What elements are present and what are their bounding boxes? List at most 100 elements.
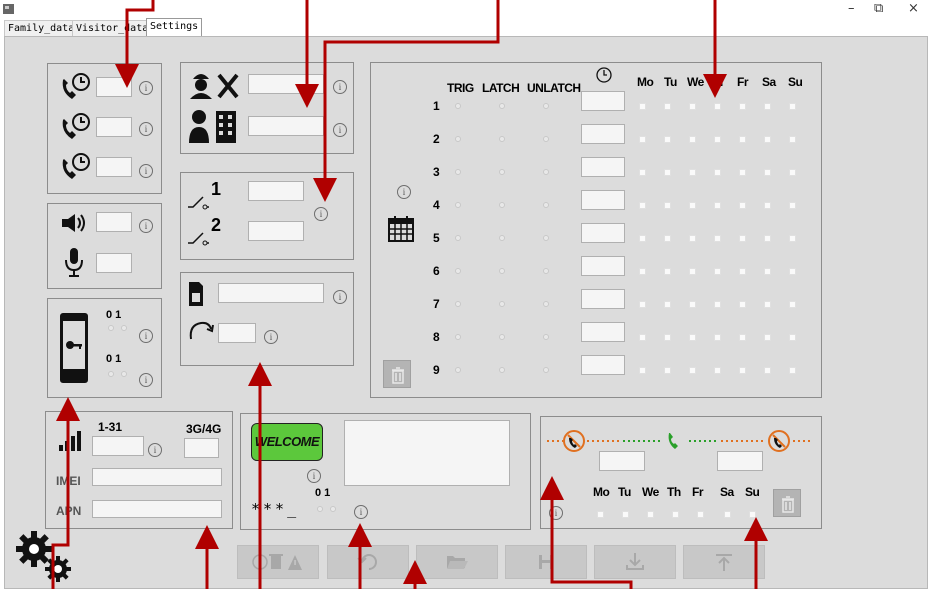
schedule-day-checkbox-th[interactable] xyxy=(714,235,721,242)
schedule-day-checkbox-th[interactable] xyxy=(714,103,721,110)
settings-gear-icon[interactable] xyxy=(12,527,76,585)
delete-timeband-button[interactable] xyxy=(773,489,801,517)
sim-pin-field[interactable] xyxy=(218,283,324,303)
timeband-day-checkbox-fr[interactable] xyxy=(697,511,704,518)
timeband-day-checkbox-tu[interactable] xyxy=(622,511,629,518)
resident-code-field[interactable] xyxy=(248,116,324,136)
tab-visitor-data[interactable]: Visitor_data xyxy=(72,20,153,36)
schedule-day-checkbox-we[interactable] xyxy=(689,202,696,209)
upload-button[interactable] xyxy=(683,545,765,579)
schedule-latch-radio[interactable] xyxy=(499,301,505,307)
timeband-start-field[interactable] xyxy=(599,451,645,471)
schedule-time-field[interactable] xyxy=(581,124,625,144)
schedule-day-checkbox-mo[interactable] xyxy=(639,268,646,275)
schedule-day-checkbox-th[interactable] xyxy=(714,169,721,176)
phone-number-3-field[interactable] xyxy=(96,157,132,177)
schedule-day-checkbox-fr[interactable] xyxy=(739,367,746,374)
schedule-trig-radio[interactable] xyxy=(455,301,461,307)
info-icon[interactable]: i xyxy=(314,207,328,221)
keypad-toggle-1-radio-1[interactable] xyxy=(121,325,127,331)
schedule-day-checkbox-sa[interactable] xyxy=(764,169,771,176)
schedule-day-checkbox-fr[interactable] xyxy=(739,268,746,275)
redial-count-field[interactable] xyxy=(218,323,256,343)
schedule-day-checkbox-we[interactable] xyxy=(689,136,696,143)
info-icon[interactable]: i xyxy=(333,80,347,94)
schedule-day-checkbox-th[interactable] xyxy=(714,202,721,209)
schedule-time-field[interactable] xyxy=(581,223,625,243)
schedule-day-checkbox-tu[interactable] xyxy=(664,268,671,275)
schedule-day-checkbox-su[interactable] xyxy=(789,235,796,242)
schedule-time-field[interactable] xyxy=(581,157,625,177)
restore-button[interactable]: ⧉ xyxy=(874,1,883,16)
info-icon[interactable]: i xyxy=(333,123,347,137)
schedule-day-checkbox-mo[interactable] xyxy=(639,367,646,374)
timeband-day-checkbox-we[interactable] xyxy=(647,511,654,518)
schedule-day-checkbox-fr[interactable] xyxy=(739,169,746,176)
schedule-day-checkbox-fr[interactable] xyxy=(739,136,746,143)
schedule-trig-radio[interactable] xyxy=(455,334,461,340)
schedule-day-checkbox-tu[interactable] xyxy=(664,235,671,242)
tab-family-data[interactable]: Family_data xyxy=(4,20,79,36)
info-icon[interactable]: i xyxy=(354,505,368,519)
schedule-day-checkbox-fr[interactable] xyxy=(739,334,746,341)
welcome-logo[interactable]: WELCOME xyxy=(251,423,323,461)
save-button[interactable] xyxy=(505,545,587,579)
schedule-latch-radio[interactable] xyxy=(499,169,505,175)
schedule-day-checkbox-su[interactable] xyxy=(789,367,796,374)
keypad-toggle-1-radio-0[interactable] xyxy=(108,325,114,331)
phone-number-1-field[interactable] xyxy=(96,77,132,97)
info-icon[interactable]: i xyxy=(148,443,162,457)
schedule-latch-radio[interactable] xyxy=(499,136,505,142)
schedule-day-checkbox-su[interactable] xyxy=(789,169,796,176)
schedule-unlatch-radio[interactable] xyxy=(543,334,549,340)
timeband-day-checkbox-sa[interactable] xyxy=(724,511,731,518)
schedule-day-checkbox-sa[interactable] xyxy=(764,136,771,143)
keypad-toggle-2-radio-1[interactable] xyxy=(121,371,127,377)
schedule-day-checkbox-fr[interactable] xyxy=(739,103,746,110)
schedule-day-checkbox-tu[interactable] xyxy=(664,367,671,374)
schedule-day-checkbox-th[interactable] xyxy=(714,268,721,275)
tab-settings[interactable]: Settings xyxy=(146,18,203,36)
schedule-day-checkbox-we[interactable] xyxy=(689,268,696,275)
schedule-day-checkbox-mo[interactable] xyxy=(639,334,646,341)
schedule-day-checkbox-su[interactable] xyxy=(789,136,796,143)
info-icon[interactable]: i xyxy=(139,164,153,178)
timeband-end-field[interactable] xyxy=(717,451,763,471)
schedule-time-field[interactable] xyxy=(581,355,625,375)
schedule-unlatch-radio[interactable] xyxy=(543,169,549,175)
info-icon[interactable]: i xyxy=(139,122,153,136)
schedule-trig-radio[interactable] xyxy=(455,202,461,208)
network-mode-field[interactable] xyxy=(184,438,219,458)
timeband-day-checkbox-mo[interactable] xyxy=(597,511,604,518)
schedule-time-field[interactable] xyxy=(581,322,625,342)
schedule-day-checkbox-sa[interactable] xyxy=(764,334,771,341)
apn-field[interactable] xyxy=(92,500,222,518)
info-icon[interactable]: i xyxy=(397,185,411,199)
schedule-time-field[interactable] xyxy=(581,256,625,276)
schedule-unlatch-radio[interactable] xyxy=(543,301,549,307)
minimize-button[interactable]: – xyxy=(848,1,855,16)
open-file-button[interactable] xyxy=(416,545,498,579)
schedule-day-checkbox-sa[interactable] xyxy=(764,301,771,308)
relay-2-time-field[interactable] xyxy=(248,221,304,241)
schedule-day-checkbox-mo[interactable] xyxy=(639,202,646,209)
schedule-latch-radio[interactable] xyxy=(499,235,505,241)
schedule-day-checkbox-sa[interactable] xyxy=(764,268,771,275)
schedule-unlatch-radio[interactable] xyxy=(543,103,549,109)
info-icon[interactable]: i xyxy=(139,81,153,95)
signal-range-field[interactable] xyxy=(92,436,144,456)
schedule-day-checkbox-we[interactable] xyxy=(689,235,696,242)
schedule-day-checkbox-tu[interactable] xyxy=(664,301,671,308)
schedule-latch-radio[interactable] xyxy=(499,367,505,373)
schedule-day-checkbox-tu[interactable] xyxy=(664,334,671,341)
schedule-latch-radio[interactable] xyxy=(499,202,505,208)
phone-number-2-field[interactable] xyxy=(96,117,132,137)
schedule-day-checkbox-we[interactable] xyxy=(689,169,696,176)
schedule-unlatch-radio[interactable] xyxy=(543,367,549,373)
schedule-day-checkbox-sa[interactable] xyxy=(764,235,771,242)
imei-field[interactable] xyxy=(92,468,222,486)
timeband-day-checkbox-th[interactable] xyxy=(672,511,679,518)
keypad-toggle-2-radio-0[interactable] xyxy=(108,371,114,377)
schedule-trig-radio[interactable] xyxy=(455,268,461,274)
schedule-day-checkbox-sa[interactable] xyxy=(764,103,771,110)
